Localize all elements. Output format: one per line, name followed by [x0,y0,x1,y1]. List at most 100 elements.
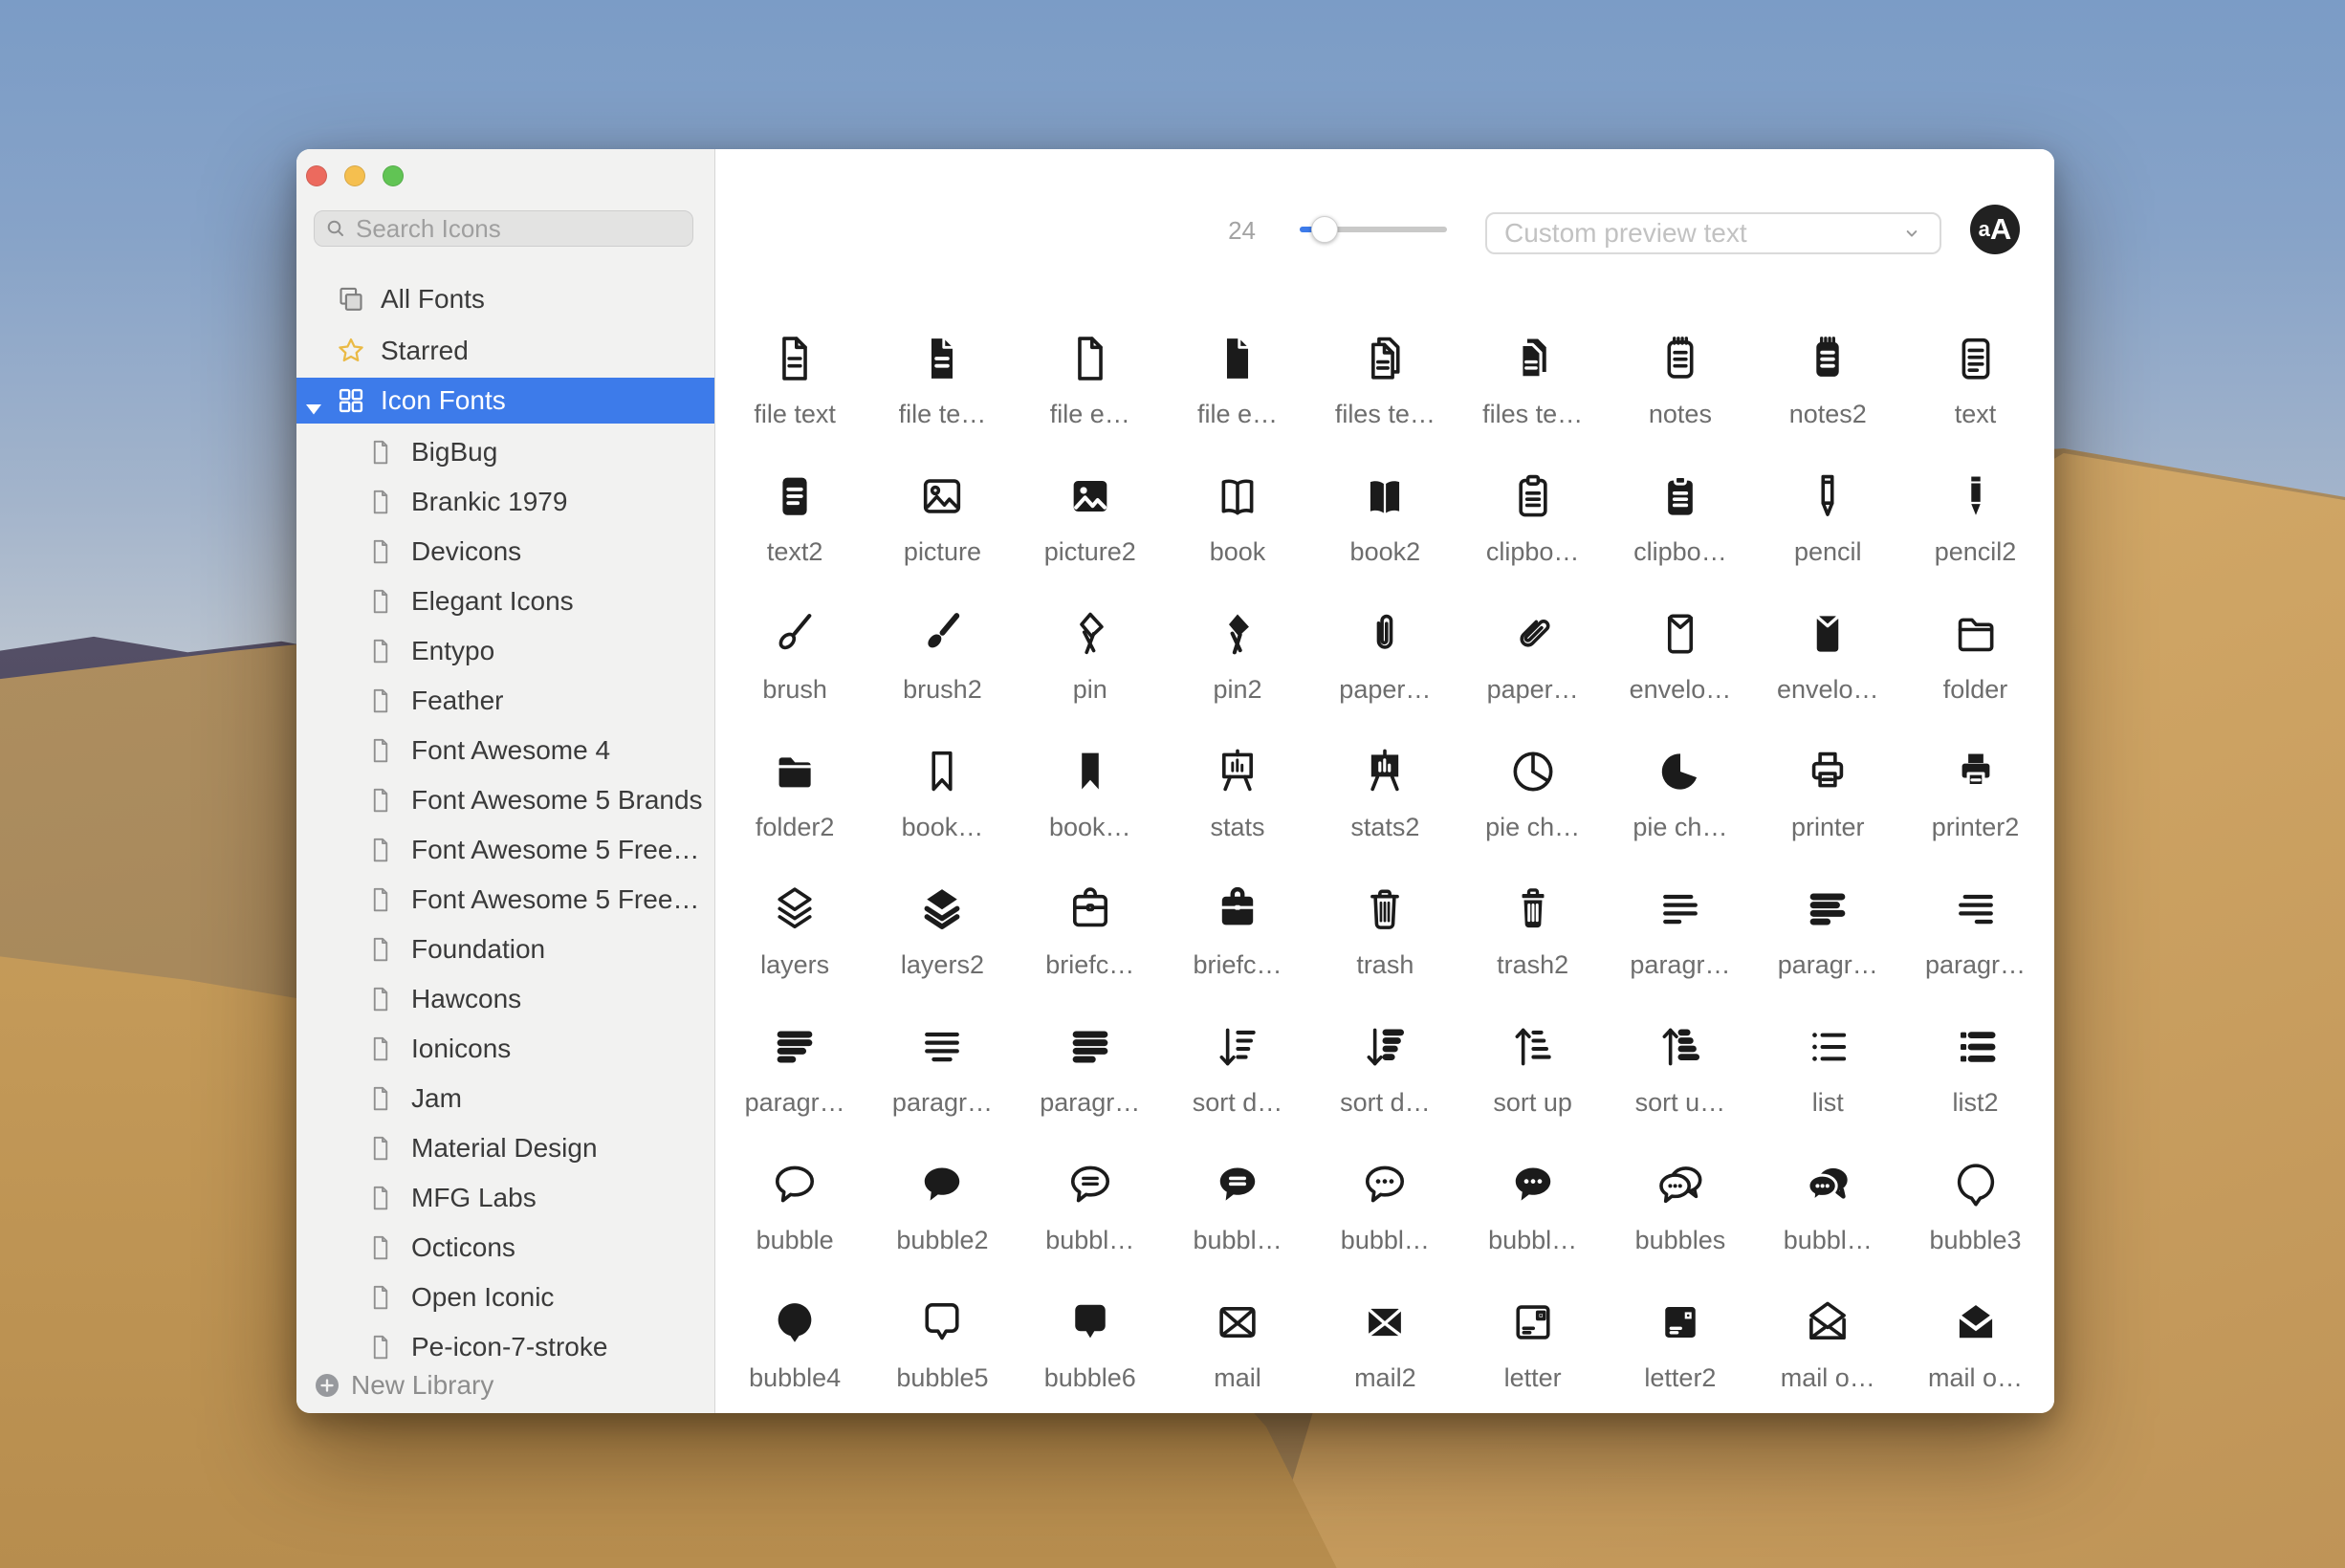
icon-cell-67-mail2[interactable]: mail2 [1311,1265,1458,1403]
minimize-button[interactable] [344,165,365,186]
icon-cell-5-files-te-[interactable]: files te… [1458,301,1606,439]
sidebar-library-octicons[interactable]: Octicons [296,1223,714,1273]
icon-cell-11-picture2[interactable]: picture2 [1017,439,1164,577]
icon-cell-12-book[interactable]: book [1164,439,1311,577]
icon-cell-42-paragr-[interactable]: paragr… [1607,852,1754,990]
icon-cell-22-paper-[interactable]: paper… [1311,577,1458,714]
disclosure-triangle-icon[interactable] [305,393,322,424]
preview-text-dropdown[interactable]: Custom preview text [1485,212,1941,254]
new-library-button[interactable]: New Library [313,1371,493,1400]
icon-cell-17-pencil2[interactable]: pencil2 [1901,439,2049,577]
sidebar-item-starred[interactable]: Starred [296,328,714,374]
icon-cell-36-layers[interactable]: layers [721,852,868,990]
sidebar-library-font-awesome-4[interactable]: Font Awesome 4 [296,726,714,775]
icon-cell-69-letter2[interactable]: letter2 [1607,1265,1754,1403]
sidebar-library-font-awesome-5-free-[interactable]: Font Awesome 5 Free… [296,875,714,925]
icon-cell-54-bubble[interactable]: bubble [721,1127,868,1265]
icon-cell-18-brush[interactable]: brush [721,577,868,714]
icon-cell-38-briefc-[interactable]: briefc… [1017,852,1164,990]
icon-cell-71-mail-o-[interactable]: mail o… [1901,1265,2049,1403]
icon-cell-60-bubbles[interactable]: bubbles [1607,1127,1754,1265]
icon-cell-49-sort-d-[interactable]: sort d… [1311,990,1458,1127]
sidebar-item-all-fonts[interactable]: All Fonts [296,276,714,322]
icon-cell-24-envelo-[interactable]: envelo… [1607,577,1754,714]
icon-cell-61-bubbl-[interactable]: bubbl… [1754,1127,1901,1265]
icon-cell-52-list[interactable]: list [1754,990,1901,1127]
slider-thumb[interactable] [1311,216,1338,243]
icon-cell-8-text[interactable]: text [1901,301,2049,439]
zoom-button[interactable] [383,165,404,186]
icon-cell-57-bubbl-[interactable]: bubbl… [1164,1127,1311,1265]
icon-cell-68-letter[interactable]: letter [1458,1265,1606,1403]
icon-cell-16-pencil[interactable]: pencil [1754,439,1901,577]
icon-cell-63-bubble4[interactable]: bubble4 [721,1265,868,1403]
icon-cell-30-stats[interactable]: stats [1164,714,1311,852]
icon-cell-6-notes[interactable]: notes [1607,301,1754,439]
sidebar-library-feather[interactable]: Feather [296,676,714,726]
icon-cell-3-file-e-[interactable]: file e… [1164,301,1311,439]
icon-cell-62-bubble3[interactable]: bubble3 [1901,1127,2049,1265]
icon-cell-4-files-te-[interactable]: files te… [1311,301,1458,439]
icon-cell-64-bubble5[interactable]: bubble5 [868,1265,1016,1403]
icon-cell-25-envelo-[interactable]: envelo… [1754,577,1901,714]
icon-cell-0-file-text[interactable]: file text [721,301,868,439]
icon-cell-41-trash2[interactable]: trash2 [1458,852,1606,990]
icon-cell-28-book-[interactable]: book… [868,714,1016,852]
icon-cell-39-briefc-[interactable]: briefc… [1164,852,1311,990]
icon-cell-34-printer[interactable]: printer [1754,714,1901,852]
sidebar-library-pe-icon-7-stroke[interactable]: Pe-icon-7-stroke [296,1322,714,1372]
icon-cell-56-bubbl-[interactable]: bubbl… [1017,1127,1164,1265]
icon-cell-31-stats2[interactable]: stats2 [1311,714,1458,852]
sidebar-library-open-iconic[interactable]: Open Iconic [296,1273,714,1322]
sidebar-library-elegant-icons[interactable]: Elegant Icons [296,577,714,626]
icon-cell-44-paragr-[interactable]: paragr… [1901,852,2049,990]
icon-cell-26-folder[interactable]: folder [1901,577,2049,714]
icon-cell-58-bubbl-[interactable]: bubbl… [1311,1127,1458,1265]
icon-cell-15-clipbo-[interactable]: clipbo… [1607,439,1754,577]
icon-cell-32-pie-ch-[interactable]: pie ch… [1458,714,1606,852]
icon-cell-46-paragr-[interactable]: paragr… [868,990,1016,1127]
sidebar-library-entypo[interactable]: Entypo [296,626,714,676]
sidebar-library-font-awesome-5-free-[interactable]: Font Awesome 5 Free… [296,825,714,875]
icon-cell-55-bubble2[interactable]: bubble2 [868,1127,1016,1265]
icon-cell-35-printer2[interactable]: printer2 [1901,714,2049,852]
sidebar-library-mfg-labs[interactable]: MFG Labs [296,1173,714,1223]
search-field[interactable] [314,210,693,247]
icon-cell-37-layers2[interactable]: layers2 [868,852,1016,990]
icon-cell-45-paragr-[interactable]: paragr… [721,990,868,1127]
sidebar-library-bigbug[interactable]: BigBug [296,427,714,477]
icon-cell-29-book-[interactable]: book… [1017,714,1164,852]
icon-cell-43-paragr-[interactable]: paragr… [1754,852,1901,990]
icon-cell-20-pin[interactable]: pin [1017,577,1164,714]
sidebar-library-devicons[interactable]: Devicons [296,527,714,577]
icon-cell-1-file-te-[interactable]: file te… [868,301,1016,439]
icon-cell-70-mail-o-[interactable]: mail o… [1754,1265,1901,1403]
icon-cell-19-brush2[interactable]: brush2 [868,577,1016,714]
icon-cell-59-bubbl-[interactable]: bubbl… [1458,1127,1606,1265]
icon-cell-9-text2[interactable]: text2 [721,439,868,577]
close-button[interactable] [306,165,327,186]
icon-cell-2-file-e-[interactable]: file e… [1017,301,1164,439]
icon-cell-65-bubble6[interactable]: bubble6 [1017,1265,1164,1403]
icon-cell-33-pie-ch-[interactable]: pie ch… [1607,714,1754,852]
icon-cell-21-pin2[interactable]: pin2 [1164,577,1311,714]
icon-cell-53-list2[interactable]: list2 [1901,990,2049,1127]
sidebar-library-jam[interactable]: Jam [296,1074,714,1123]
sidebar-library-hawcons[interactable]: Hawcons [296,974,714,1024]
icon-cell-40-trash[interactable]: trash [1311,852,1458,990]
icon-cell-14-clipbo-[interactable]: clipbo… [1458,439,1606,577]
icon-cell-23-paper-[interactable]: paper… [1458,577,1606,714]
icon-cell-66-mail[interactable]: mail [1164,1265,1311,1403]
sidebar-library-brankic-1979[interactable]: Brankic 1979 [296,477,714,527]
sidebar-library-ionicons[interactable]: Ionicons [296,1024,714,1074]
icon-cell-13-book2[interactable]: book2 [1311,439,1458,577]
icon-cell-50-sort-up[interactable]: sort up [1458,990,1606,1127]
search-input[interactable] [354,213,683,245]
icon-cell-48-sort-d-[interactable]: sort d… [1164,990,1311,1127]
icon-cell-51-sort-u-[interactable]: sort u… [1607,990,1754,1127]
text-case-button[interactable]: aA [1970,205,2020,254]
sidebar-library-material-design[interactable]: Material Design [296,1123,714,1173]
icon-cell-10-picture[interactable]: picture [868,439,1016,577]
icon-cell-7-notes2[interactable]: notes2 [1754,301,1901,439]
sidebar-library-foundation[interactable]: Foundation [296,925,714,974]
